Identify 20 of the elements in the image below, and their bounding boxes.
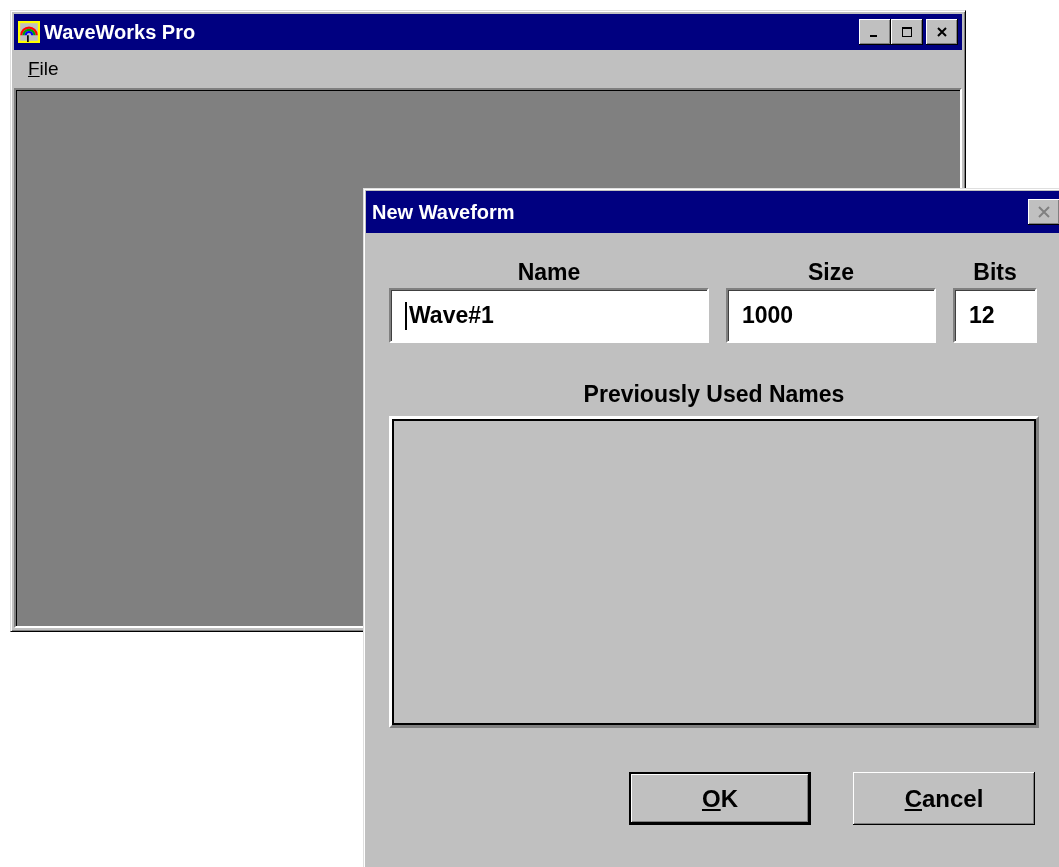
window-title: WaveWorks Pro <box>44 20 197 44</box>
text-field[interactable]: 12 <box>953 288 1037 343</box>
text-field[interactable]: Wave#1 <box>389 288 709 343</box>
rainbow-icon <box>18 21 40 43</box>
maximize-button[interactable] <box>891 19 923 45</box>
dialog-title: New Waveform <box>372 200 516 224</box>
field-label: Bits <box>973 259 1017 286</box>
maximize-icon <box>902 27 912 37</box>
menu-item[interactable]: File <box>28 58 59 80</box>
text-field[interactable]: 1000 <box>726 288 936 343</box>
dialog-button[interactable]: OK <box>629 772 811 825</box>
field-label: Name <box>517 259 581 286</box>
close-icon <box>1037 206 1051 218</box>
dialog-button[interactable]: Cancel <box>853 772 1035 825</box>
field-label: Size <box>808 259 854 286</box>
minimize-button[interactable] <box>859 19 891 45</box>
list-label: Previously Used Names <box>583 381 845 408</box>
close-button[interactable] <box>926 19 958 45</box>
close-icon <box>937 27 947 37</box>
minimize-icon <box>870 35 877 37</box>
